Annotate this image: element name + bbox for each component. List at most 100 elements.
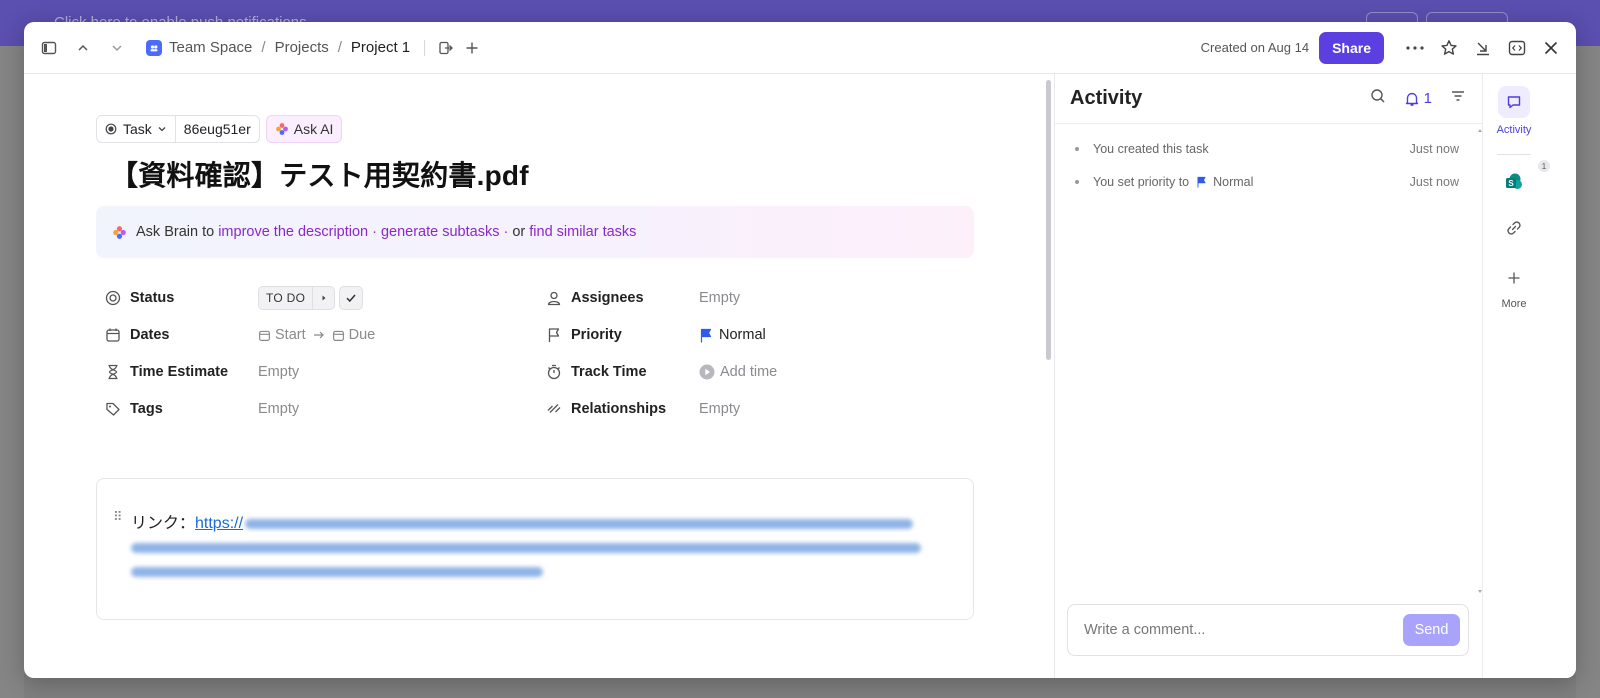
field-assignees: Assignees Empty [537, 284, 740, 312]
main-scrollbar[interactable] [1046, 80, 1051, 360]
relationships-icon [545, 400, 563, 418]
ask-ai-button[interactable]: Ask AI [265, 115, 343, 143]
search-icon[interactable] [1370, 88, 1386, 109]
created-date: Created on Aug 14 [1200, 40, 1310, 55]
ask-ai-label: Ask AI [293, 121, 334, 137]
user-icon [545, 289, 563, 307]
separator-dot: · [503, 224, 509, 240]
task-id[interactable]: 86eug51er [174, 116, 259, 142]
field-relationships: Relationships Empty [537, 395, 740, 423]
more-icon[interactable] [1398, 31, 1432, 65]
activity-item: You set priority to Normal Just now [1075, 175, 1459, 189]
breadcrumb-space[interactable]: Team Space [169, 39, 252, 56]
improve-description-link[interactable]: improve the description [218, 224, 368, 240]
activity-time: Just now [1409, 175, 1459, 189]
minimize-icon[interactable] [1466, 31, 1500, 65]
brain-sparkle-icon [113, 225, 126, 239]
description-line: リンク：https:// [131, 509, 914, 533]
close-icon[interactable] [1534, 31, 1568, 65]
task-main: Task 86eug51er Ask AI 【資料確認】テスト用契約書.pdf … [24, 74, 1050, 678]
relationships-value[interactable]: Empty [699, 401, 740, 417]
description-prefix: リンク： [131, 515, 196, 532]
sidebar-toggle-icon[interactable] [32, 31, 66, 65]
next-status-icon[interactable] [312, 287, 335, 309]
plus-icon[interactable] [459, 31, 485, 65]
assignees-value[interactable]: Empty [699, 290, 740, 306]
breadcrumb-separator: / [337, 39, 342, 56]
task-title[interactable]: 【資料確認】テスト用契約書.pdf [110, 154, 529, 194]
ask-brain-banner: Ask Brain to improve the description · g… [96, 206, 974, 258]
notifications-button[interactable]: 1 [1404, 90, 1432, 107]
share-button[interactable]: Share [1319, 31, 1384, 64]
time-estimate-value[interactable]: Empty [258, 364, 299, 380]
priority-dropdown[interactable]: Normal [699, 327, 766, 343]
rail-more[interactable]: More [1483, 262, 1545, 310]
comment-input[interactable] [1084, 622, 1384, 638]
breadcrumb-list[interactable]: Project 1 [351, 39, 410, 56]
flag-outline-icon [545, 326, 563, 344]
stopwatch-icon [545, 363, 563, 381]
flag-icon [1197, 176, 1206, 188]
send-button[interactable]: Send [1403, 614, 1460, 646]
star-icon[interactable] [1432, 31, 1466, 65]
hourglass-icon [104, 363, 122, 381]
bullet [1075, 147, 1079, 151]
background-left-strip [0, 46, 24, 698]
activity-time: Just now [1409, 142, 1459, 156]
breadcrumb-folder[interactable]: Projects [275, 39, 329, 56]
bell-icon [1405, 92, 1418, 106]
breadcrumb-separator: / [261, 39, 266, 56]
chevron-down-icon[interactable] [100, 31, 134, 65]
task-type-label: Task [123, 121, 152, 137]
plus-icon [1498, 262, 1530, 294]
activity-text: You created this task [1093, 142, 1209, 156]
chevron-up-icon[interactable] [66, 31, 100, 65]
rail-link[interactable] [1483, 212, 1545, 244]
task-modal: Team Space / Projects / Project 1 Create… [24, 22, 1576, 678]
status-dropdown[interactable]: TO DO [258, 286, 336, 310]
complete-check-icon[interactable] [339, 286, 364, 310]
activity-priority-value: Normal [1213, 175, 1254, 189]
expand-icon[interactable] [1500, 31, 1534, 65]
rail-sharepoint[interactable]: S 1 [1483, 160, 1550, 198]
notification-count: 1 [1423, 90, 1432, 107]
time-estimate-label: Time Estimate [130, 364, 229, 380]
separator-dot: · [372, 224, 377, 240]
chevron-down-icon [158, 127, 166, 132]
start-date: Start [275, 327, 306, 343]
description-block[interactable]: ⠿ リンク：https:// [96, 478, 974, 620]
field-time-estimate: Time Estimate Empty [96, 358, 299, 386]
find-similar-tasks-link[interactable]: find similar tasks [529, 224, 636, 240]
calendar-icon [104, 326, 122, 344]
activity-item: You created this task Just now [1075, 142, 1459, 156]
brain-prefix: Ask Brain to [136, 224, 215, 240]
track-time-label: Track Time [571, 364, 647, 380]
due-date-button[interactable]: Due [332, 327, 376, 343]
sharepoint-icon: S 1 [1498, 160, 1550, 198]
priority-value: Normal [719, 327, 766, 343]
task-meta-row: Task 86eug51er Ask AI [96, 115, 343, 143]
link-icon [1498, 212, 1530, 244]
description-link[interactable]: https:// [195, 515, 243, 532]
rail-more-label: More [1501, 298, 1527, 310]
task-type-selector[interactable]: Task [97, 116, 175, 142]
drag-handle-icon[interactable]: ⠿ [113, 509, 122, 525]
due-date: Due [348, 327, 376, 343]
move-icon[interactable] [433, 31, 459, 65]
flag-icon [700, 328, 712, 342]
start-date-button[interactable]: Start [258, 327, 306, 343]
status-label: Status [130, 290, 175, 306]
status-icon [104, 289, 122, 307]
brain-or: or [512, 224, 526, 240]
activity-text: You set priority to [1093, 175, 1190, 189]
status-value: TO DO [259, 287, 313, 309]
play-icon [699, 364, 715, 380]
tags-value[interactable]: Empty [258, 401, 299, 417]
filter-icon[interactable] [1450, 88, 1466, 109]
rail-activity[interactable]: Activity [1483, 86, 1545, 136]
activity-title: Activity [1070, 87, 1143, 109]
task-type-chip: Task 86eug51er [96, 115, 260, 143]
team-space-icon [146, 39, 162, 56]
generate-subtasks-link[interactable]: generate subtasks [381, 224, 500, 240]
add-time-button[interactable]: Add time [699, 364, 777, 380]
